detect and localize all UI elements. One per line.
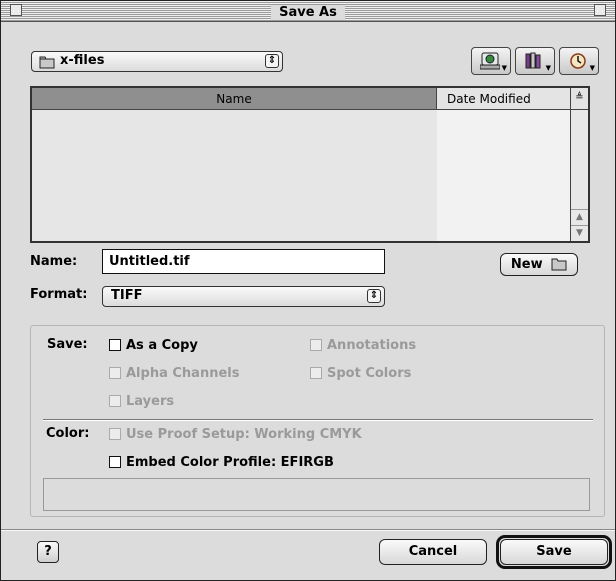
warning-message-area [43, 478, 590, 511]
vertical-scrollbar[interactable]: ▲ ▼ [570, 110, 588, 241]
collapse-box[interactable] [594, 4, 606, 16]
bottom-separator [1, 529, 615, 531]
spot-colors-checkbox: Spot Colors [310, 365, 411, 383]
checkbox-box [109, 428, 121, 440]
popup-arrows-icon: ⇕ [367, 289, 381, 303]
sort-direction-icon[interactable]: ≜ [570, 88, 588, 110]
title-bar[interactable]: Save As [1, 1, 615, 22]
save-as-dialog: Save As x-files ⇕ ▼ ▼ ▼ Name Date Modifi… [0, 0, 616, 581]
help-button[interactable]: ? [37, 541, 59, 563]
as-a-copy-checkbox[interactable]: As a Copy [109, 337, 198, 355]
spot-colors-label: Spot Colors [327, 366, 412, 381]
save-options-group: Save: As a Copy Annotations Alpha Channe… [30, 325, 605, 517]
checkbox-box [310, 367, 322, 379]
checkbox-box [109, 367, 121, 379]
name-label: Name: [30, 254, 78, 269]
alpha-channels-checkbox: Alpha Channels [109, 365, 239, 383]
checkbox-box [310, 339, 322, 351]
format-popup-value: TIFF [111, 288, 143, 303]
annotations-checkbox: Annotations [310, 337, 416, 355]
color-label: Color: [46, 426, 90, 441]
checkbox-box [109, 395, 121, 407]
dropdown-triangle-icon: ▼ [545, 64, 551, 72]
filename-input[interactable]: Untitled.tif [102, 249, 385, 274]
use-proof-setup-checkbox: Use Proof Setup: Working CMYK [109, 426, 362, 444]
window-title: Save As [271, 5, 345, 20]
options-divider [43, 419, 593, 421]
help-icon: ? [44, 544, 52, 559]
embed-color-profile-checkbox[interactable]: Embed Color Profile: EFIRGB [109, 454, 334, 472]
new-folder-icon [551, 256, 567, 278]
column-header-name[interactable]: Name [32, 88, 437, 110]
folder-icon [39, 54, 55, 73]
favorites-button[interactable]: ▼ [515, 47, 555, 75]
checkbox-box[interactable] [109, 339, 121, 351]
folder-popup[interactable]: x-files ⇕ [31, 51, 283, 72]
date-column-area [437, 110, 570, 241]
use-proof-setup-label: Use Proof Setup: Working CMYK [126, 427, 362, 442]
save-button[interactable]: Save [500, 539, 608, 565]
embed-color-profile-label: Embed Color Profile: EFIRGB [126, 455, 334, 470]
scroll-down-icon[interactable]: ▼ [571, 225, 588, 241]
layers-label: Layers [126, 394, 175, 409]
as-a-copy-label: As a Copy [126, 338, 198, 353]
checkbox-box[interactable] [109, 456, 121, 468]
clock-recent-icon [569, 52, 587, 78]
cancel-button[interactable]: Cancel [379, 539, 487, 565]
books-favorites-icon [525, 52, 543, 78]
dropdown-triangle-icon: ▼ [501, 64, 507, 72]
alpha-channels-label: Alpha Channels [126, 366, 240, 381]
format-label: Format: [30, 287, 88, 302]
save-label: Save: [47, 337, 88, 352]
recent-button[interactable]: ▼ [559, 47, 599, 75]
column-header-date-modified[interactable]: Date Modified [437, 88, 570, 110]
format-popup[interactable]: TIFF ⇕ [102, 286, 385, 307]
folder-popup-label: x-files [60, 53, 105, 68]
new-folder-label: New [510, 257, 543, 272]
dropdown-triangle-icon: ▼ [589, 64, 595, 72]
shortcuts-button[interactable]: ▼ [471, 47, 511, 75]
scroll-up-icon[interactable]: ▲ [571, 209, 588, 225]
cancel-label: Cancel [408, 544, 458, 559]
file-list[interactable]: Name Date Modified ≜ ▲ ▼ [30, 86, 590, 243]
globe-computer-icon [479, 52, 501, 78]
annotations-label: Annotations [327, 338, 417, 353]
save-label-text: Save [536, 544, 572, 559]
layers-checkbox: Layers [109, 393, 174, 411]
popup-arrows-icon: ⇕ [265, 54, 279, 68]
new-folder-button[interactable]: New [500, 253, 578, 276]
